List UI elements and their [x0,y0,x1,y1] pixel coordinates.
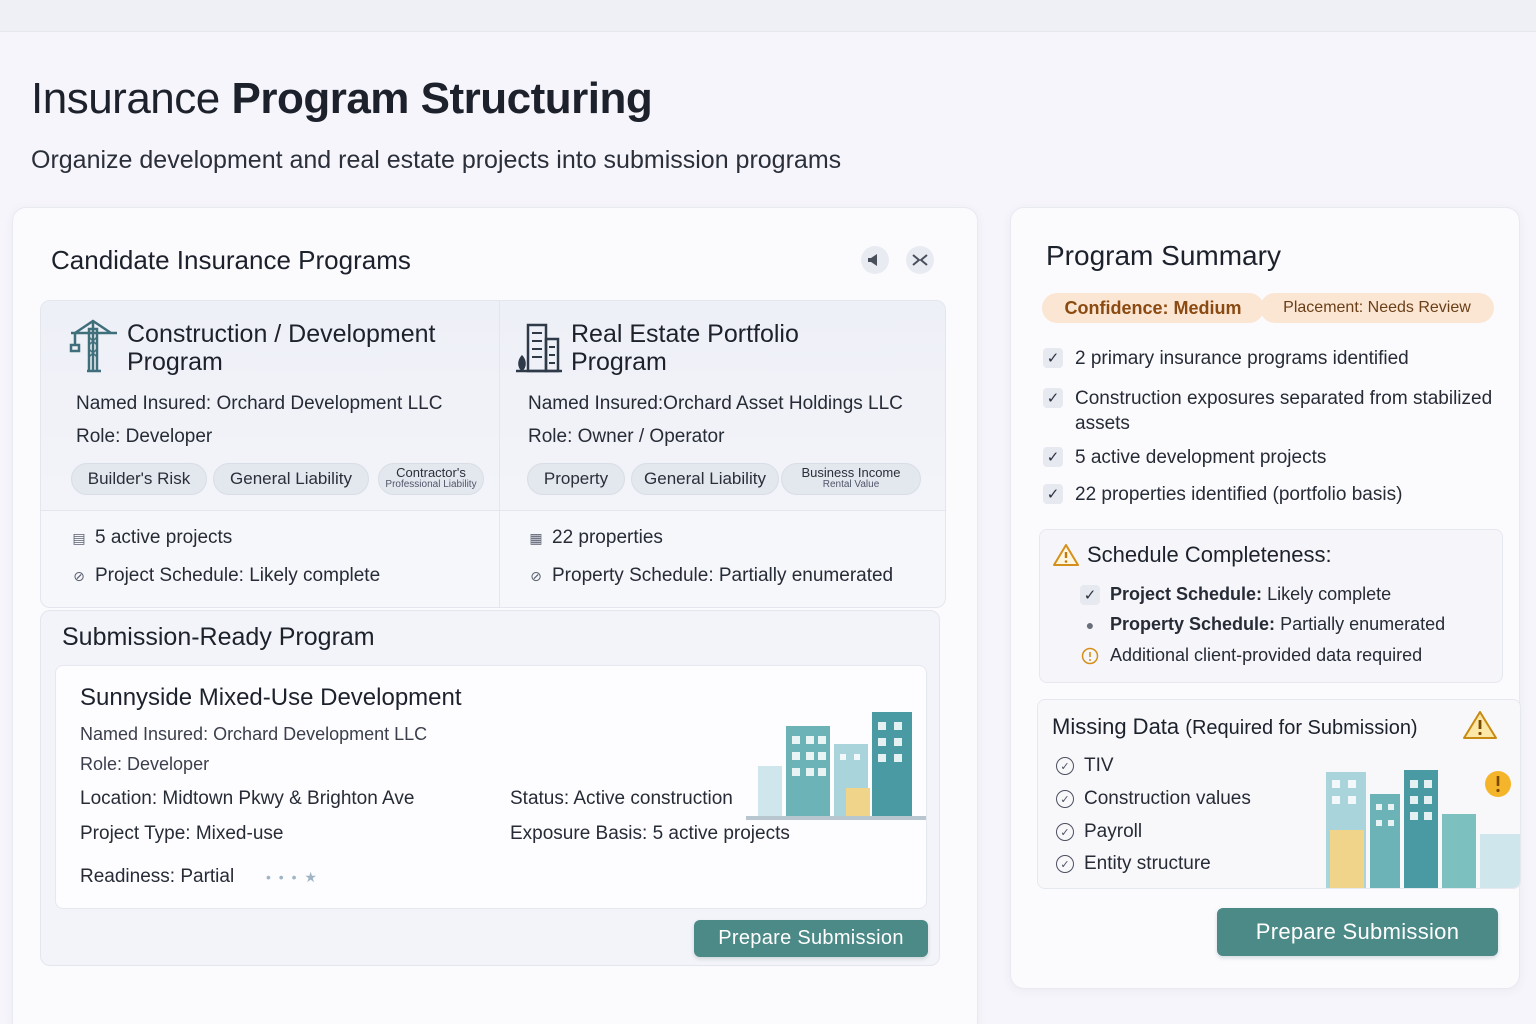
program-card-real-estate[interactable]: Real Estate Portfolio Program Named Insu… [500,301,945,607]
role: Role: Developer [76,426,213,447]
missing-data-title: Missing Data (Required for Submission) [1052,714,1418,739]
schedule-row: Additional client-provided data required [1080,645,1422,666]
check-circle-icon: ✓ [1056,823,1074,841]
placement-badge: Placement: Needs Review [1260,293,1494,323]
bullet-icon: ● [1085,616,1095,633]
page-subtitle: Organize development and real estate pro… [31,146,842,174]
role: Role: Developer [80,754,210,774]
programs-grid: Construction / Development Program Named… [40,300,946,608]
project-card[interactable]: Sunnyside Mixed-Use Development Named In… [55,665,927,909]
prepare-submission-button[interactable]: Prepare Submission [694,920,928,957]
confidence-badge: Confidence: Medium [1042,293,1264,323]
checkmark-icon: ✓ [1043,447,1063,467]
coverage-tag[interactable]: Property [527,463,625,495]
status: Status: Active construction [510,788,733,809]
schedule-header: Schedule Completeness: [1053,542,1332,568]
schedule-row: ✓ Project Schedule: Likely complete [1080,583,1391,605]
readiness-indicator-icon: • • • ★ [266,869,319,885]
exposure-basis: Exposure Basis: 5 active projects [510,823,790,844]
coverage-tag[interactable]: General Liability [631,463,779,495]
buildings-icon [514,319,570,379]
check-circle-icon: ⊘ [73,567,85,584]
check-circle-icon: ✓ [1056,855,1074,873]
schedule-status: ⊘ Property Schedule: Partially enumerate… [528,565,893,587]
missing-item: ✓ Payroll [1056,821,1142,843]
megaphone-icon[interactable] [861,246,889,274]
schedule-row: ● Property Schedule: Partially enumerate… [1080,614,1445,635]
coverage-tag[interactable]: Contractor's Professional Liability [378,463,484,495]
checkmark-icon: ✓ [1043,484,1063,504]
named-insured: Named Insured: Orchard Development LLC [80,724,428,744]
checkmark-icon: ✓ [1080,585,1100,605]
summary-check-item: ✓ 22 properties identified (portfolio bas… [1043,482,1503,507]
named-insured: Named Insured: Orchard Development LLC [76,393,443,414]
missing-item: ✓ TIV [1056,755,1114,777]
city-illustration [1310,754,1520,888]
coverage-tag[interactable]: General Liability [213,463,369,495]
warning-icon [1463,711,1497,739]
schedule-status: ⊘ Project Schedule: Likely complete [71,565,380,587]
city-illustration [746,696,926,820]
submission-ready-section: Submission-Ready Program Sunnyside Mixed… [40,610,940,966]
check-circle-icon: ✓ [1056,790,1074,808]
location: Location: Midtown Pkwy & Brighton Ave [80,788,415,809]
top-bar [0,0,1536,32]
info-icon [1080,647,1100,665]
missing-item: ✓ Entity structure [1056,853,1211,875]
role: Role: Owner / Operator [528,426,725,447]
summary-check-item: ✓ 2 primary insurance programs identified [1043,346,1503,371]
project-name: Sunnyside Mixed-Use Development [80,684,462,711]
check-circle-icon: ⊘ [530,567,542,584]
schedule-completeness-box: Schedule Completeness: ✓ Project Schedul… [1039,529,1503,683]
program-title: Construction / Development Program [127,320,436,376]
property-count: ▦ 22 properties [529,527,663,548]
collapse-icon[interactable] [906,246,934,274]
candidate-programs-title: Candidate Insurance Programs [51,245,411,275]
missing-item: ✓ Construction values [1056,788,1251,810]
building-icon: ▦ [529,529,543,546]
summary-check-item: ✓ Construction exposures separated from s… [1043,386,1513,436]
readiness: Readiness: Partial [80,866,235,887]
checkmark-icon: ✓ [1043,388,1063,408]
submission-section-title: Submission-Ready Program [62,623,375,651]
summary-title: Program Summary [1046,240,1281,271]
named-insured: Named Insured:Orchard Asset Holdings LLC [528,393,903,414]
project-type: Project Type: Mixed-use [80,823,284,844]
missing-data-box: Missing Data (Required for Submission) ✓… [1037,699,1521,889]
prepare-submission-button[interactable]: Prepare Submission [1217,908,1498,956]
crane-icon [65,315,121,375]
program-title: Real Estate Portfolio Program [571,320,799,376]
page-title: Insurance Program Structuring [31,74,653,123]
warning-icon [1053,544,1079,566]
checkmark-icon: ✓ [1043,348,1063,368]
coverage-tag[interactable]: Business Income Rental Value [781,463,921,495]
program-card-construction[interactable]: Construction / Development Program Named… [41,301,500,607]
check-circle-icon: ✓ [1056,757,1074,775]
project-count: ▤ 5 active projects [72,527,233,548]
summary-check-item: ✓ 5 active development projects [1043,445,1503,470]
coverage-tag[interactable]: Builder's Risk [71,463,207,495]
list-icon: ▤ [72,529,86,546]
